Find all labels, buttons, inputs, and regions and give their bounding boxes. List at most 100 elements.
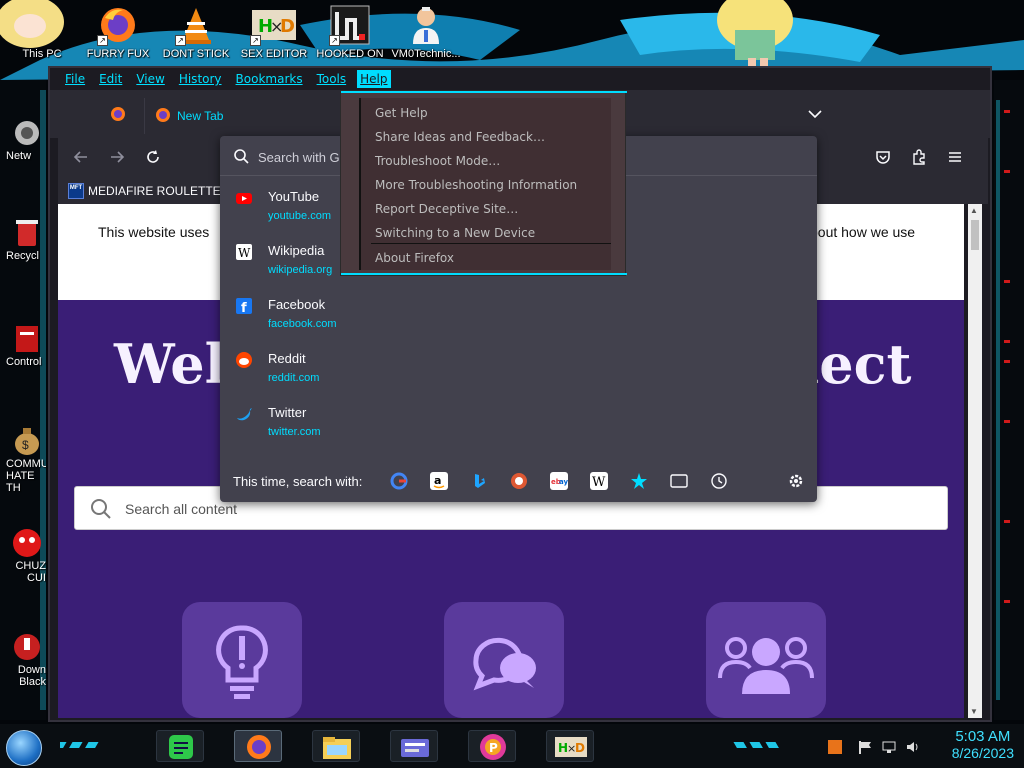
desktop-icon-chuz[interactable]: CHUZ CUI — [0, 526, 46, 584]
help-item-share-ideas[interactable]: Share Ideas and Feedback… — [375, 130, 545, 144]
google-icon[interactable] — [390, 472, 408, 490]
desktop-icon-dont-stick[interactable]: ↗ DONT STICK — [158, 4, 234, 60]
network-icon — [10, 116, 44, 150]
feature-card-ideas[interactable] — [182, 602, 302, 718]
svg-text:ay: ay — [559, 478, 568, 486]
desktop-icon-label: Down Black — [17, 664, 46, 688]
tray-app-icon[interactable] — [828, 740, 842, 757]
menu-bookmarks[interactable]: Bookmarks — [233, 70, 306, 88]
amazon-icon[interactable]: a — [430, 472, 448, 490]
svg-text:$: $ — [22, 438, 29, 452]
chevron-down-icon[interactable] — [808, 106, 822, 122]
lightbulb-icon — [216, 625, 268, 699]
hxd-editor-icon: H × D ↗ — [250, 4, 298, 46]
wikipedia-icon: W — [236, 244, 252, 260]
taskbar-picsart[interactable]: P — [468, 730, 516, 762]
desktop-icon-label: Recycl — [6, 250, 40, 262]
desktop-icon-hooked-on[interactable]: ↗ HOOKED ON — [312, 4, 388, 60]
help-item-troubleshoot-mode[interactable]: Troubleshoot Mode… — [375, 154, 500, 168]
scrollbar-thumb[interactable] — [971, 220, 979, 250]
wikipedia-icon[interactable]: W — [590, 472, 608, 490]
bing-icon[interactable] — [470, 472, 488, 490]
extensions-icon[interactable] — [910, 148, 928, 171]
top-site-url: wikipedia.org — [268, 264, 333, 276]
top-site-reddit[interactable]: Reddit reddit.com — [220, 342, 817, 396]
desktop-icon-commu-hate[interactable]: $ COMMU HATE TH — [0, 424, 46, 494]
help-item-more-troubleshooting[interactable]: More Troubleshooting Information — [375, 178, 577, 192]
desktop-icon-label: HOOKED ON — [316, 48, 384, 60]
svg-text:W: W — [592, 475, 606, 490]
help-item-about-firefox[interactable]: About Firefox — [375, 251, 454, 265]
reload-icon[interactable] — [144, 148, 162, 171]
menu-separator — [371, 243, 611, 244]
desktop-icon-label: SEX EDITOR — [240, 48, 308, 60]
svg-text:f: f — [241, 301, 247, 314]
menu-tools[interactable]: Tools — [314, 70, 350, 88]
taskbar-id-card-app[interactable] — [390, 730, 438, 762]
tabs-icon[interactable] — [670, 472, 688, 490]
menu-file[interactable]: File — [62, 70, 88, 88]
back-arrow-icon[interactable] — [72, 148, 90, 171]
desktop-icon-label: COMMU HATE TH — [6, 458, 46, 494]
bookmark-mediafire-rouletter[interactable]: MEDIAFIRE ROULETTER — [88, 184, 229, 198]
top-site-twitter[interactable]: Twitter twitter.com — [220, 396, 817, 450]
top-site-url: facebook.com — [268, 318, 337, 330]
red-creature-icon — [10, 526, 44, 560]
top-site-url: reddit.com — [268, 372, 320, 384]
taskbar-file-explorer[interactable] — [312, 730, 360, 762]
scroll-down-arrow-icon[interactable]: ▼ — [970, 707, 978, 716]
gear-icon[interactable] — [787, 472, 805, 490]
ebay-icon[interactable]: eb ay — [550, 472, 569, 490]
forward-arrow-icon[interactable] — [108, 148, 126, 171]
menu-border-top — [341, 91, 627, 93]
start-button[interactable] — [6, 730, 42, 766]
desktop-icon-recycle-bin[interactable]: Recycl — [0, 216, 46, 262]
taskbar-decoration-right — [733, 742, 779, 748]
menu-view[interactable]: View — [133, 70, 167, 88]
firefox-icon: ↗ — [97, 4, 139, 46]
menu-help[interactable]: Help — [357, 70, 391, 88]
firefox-view-icon[interactable] — [110, 106, 126, 125]
taskbar-notes-app[interactable] — [156, 730, 204, 762]
volume-icon[interactable] — [906, 740, 920, 757]
help-item-switching-device[interactable]: Switching to a New Device — [375, 226, 535, 240]
action-center-flag-icon[interactable] — [858, 740, 872, 757]
hamburger-menu-icon[interactable] — [946, 148, 964, 171]
menu-edit[interactable]: Edit — [96, 70, 125, 88]
history-icon[interactable] — [710, 472, 728, 490]
page-scrollbar[interactable]: ▲ ▼ — [968, 204, 982, 718]
feature-card-community[interactable] — [706, 602, 826, 718]
taskbar-clock[interactable]: 5:03 AM 8/26/2023 — [952, 728, 1014, 761]
top-site-facebook[interactable]: f Facebook facebook.com — [220, 288, 817, 342]
bookmarks-star-icon[interactable] — [630, 472, 648, 490]
desktop-icon-label: FURRY FUX — [86, 48, 150, 60]
taskbar: P H × D 5:03 AM 8/26/2023 — [0, 724, 1024, 768]
desktop-icon-sex-editor[interactable]: H × D ↗ SEX EDITOR — [236, 4, 312, 60]
desktop-icon-network[interactable]: Netw — [0, 116, 46, 162]
hxd-editor-icon: H×D — [555, 737, 587, 757]
pocket-icon[interactable] — [874, 148, 892, 171]
menu-history[interactable]: History — [176, 70, 225, 88]
address-bar-placeholder: Search with G — [258, 150, 340, 165]
clock-time: 5:03 AM — [955, 728, 1011, 745]
taskbar-firefox[interactable] — [234, 730, 282, 762]
desktop-icon-download[interactable]: Down Black — [0, 630, 46, 688]
desktop-icon-this-pc[interactable]: This PC — [4, 4, 80, 60]
reddit-icon — [236, 352, 252, 368]
duckduckgo-icon[interactable] — [510, 472, 528, 490]
desktop-icon-vm0technic[interactable]: VM0Technic... — [388, 4, 464, 60]
feature-card-discussion[interactable] — [444, 602, 564, 718]
desktop-icon-furry-fux[interactable]: ↗ FURRY FUX — [80, 4, 156, 60]
scroll-up-arrow-icon[interactable]: ▲ — [970, 206, 978, 215]
desktop-icon-control-panel[interactable]: Control — [0, 322, 46, 368]
desktop-icon-label: Netw — [6, 150, 32, 162]
firefox-icon — [247, 735, 271, 759]
taskbar-hxd[interactable]: H × D — [546, 730, 594, 762]
help-item-get-help[interactable]: Get Help — [375, 106, 428, 120]
tab-favicon-firefox-icon — [155, 107, 171, 126]
search-engine-row: This time, search with: a eb ay W — [220, 462, 817, 502]
help-item-report-deceptive-site[interactable]: Report Deceptive Site… — [375, 202, 518, 216]
picsart-icon: P — [480, 734, 506, 760]
menu-border-bottom — [341, 273, 627, 275]
network-tray-icon[interactable] — [882, 740, 896, 757]
